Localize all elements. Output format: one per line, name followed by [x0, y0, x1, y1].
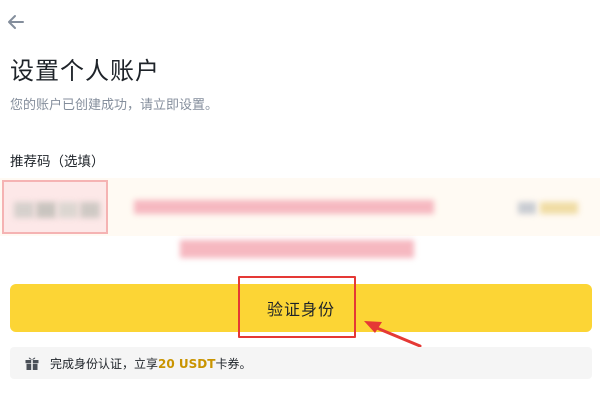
page-title: 设置个人账户 — [10, 57, 160, 85]
reward-text-before: 完成身份认证，立享 — [50, 356, 159, 371]
back-button[interactable] — [4, 10, 28, 34]
redacted-block — [540, 202, 578, 214]
arrow-left-icon — [8, 15, 24, 29]
gift-icon — [25, 357, 39, 370]
referral-code-field — [0, 178, 600, 266]
referral-code-label: 推荐码（选填） — [10, 154, 105, 170]
redacted-block — [518, 202, 536, 214]
page-subtitle: 您的账户已创建成功，请立即设置。 — [10, 98, 219, 113]
reward-text-after: 卡券。 — [215, 356, 252, 371]
verify-identity-button[interactable]: 验证身份 — [10, 284, 592, 332]
redacted-block — [2, 180, 108, 234]
reward-text: 完成身份认证，立享20 USDT卡券。 — [50, 355, 251, 372]
redacted-block — [134, 200, 434, 214]
reward-banner: 完成身份认证，立享20 USDT卡券。 — [10, 347, 592, 379]
redacted-block — [180, 240, 414, 258]
reward-amount: 20 USDT — [158, 356, 216, 371]
